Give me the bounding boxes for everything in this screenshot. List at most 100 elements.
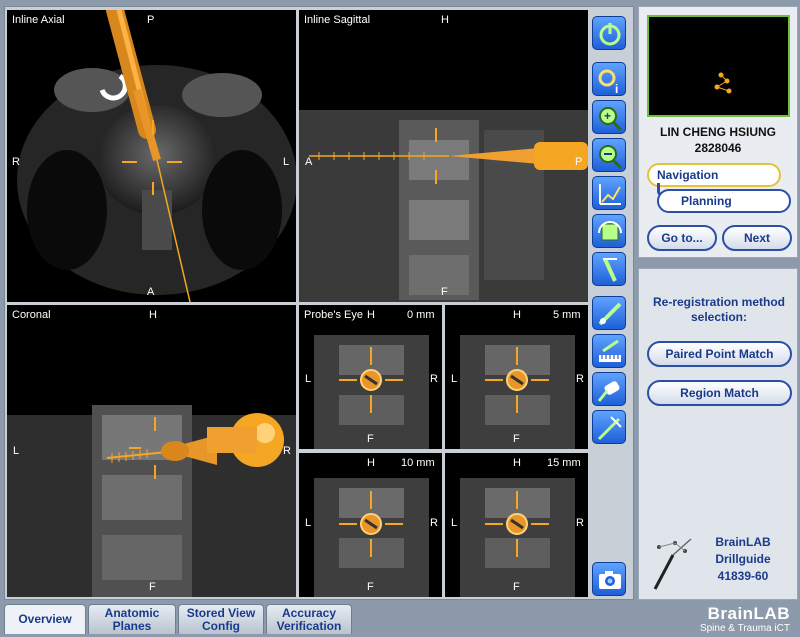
probes-eye-10-left: L [305,517,312,529]
rotate-view-button[interactable] [592,214,626,248]
measure-button[interactable] [592,334,626,368]
instrument-info: BrainLAB Drillguide 41839-60 [645,533,793,595]
paired-point-match-button[interactable]: Paired Point Match [647,341,792,367]
coronal-right-label: R [283,445,291,457]
probe-tool-icon [598,302,622,326]
settings-info-button[interactable]: i [592,62,626,96]
reregistration-panel: Re-registration method selection: Paired… [638,268,798,600]
probes-eye-15-depth: 15 mm [547,457,581,469]
probes-eye-15-top: H [513,457,521,469]
instrument-name: Drillguide [715,552,771,566]
tracking-camera-view [647,15,790,117]
probes-eye-0-top: H [367,309,375,321]
probes-eye-cell-10mm: H 10 mm L R F [299,453,442,597]
planning-step[interactable]: Planning [657,189,791,213]
probes-eye-5-bottom: F [513,433,520,445]
axial-bottom-label: A [147,286,155,298]
sagittal-top-label: H [441,14,449,26]
trajectory-button[interactable] [592,252,626,286]
patient-name: LIN CHENG HSIUNG [659,125,776,139]
trajectory-icon [603,258,617,282]
probes-eye-10-top: H [367,457,375,469]
pointer-tool-button[interactable] [592,410,626,444]
tab-accuracy-verification[interactable]: Accuracy Verification [266,604,352,634]
power-button[interactable] [592,16,626,50]
axial-image [17,10,296,302]
axial-title: Inline Axial [12,14,65,26]
product-name: Spine & Trauma iCT [699,623,790,634]
axial-right-label: L [283,156,290,168]
reregistration-title: Re-registration method selection: [653,295,786,324]
tab-overview[interactable]: Overview [4,604,86,634]
svg-text:+: + [604,109,611,123]
sagittal-image [299,110,588,302]
zoom-out-button[interactable] [592,138,626,172]
probes-eye-cell-0mm: Probe's Eye H 0 mm L R F [299,305,442,449]
probes-eye-image-15mm [460,478,575,597]
probes-eye-10-depth: 10 mm [401,457,435,469]
zoom-out-icon [599,145,623,170]
camera-icon [599,571,621,589]
probes-eye-5-right: R [576,373,584,385]
axial-left-label: R [12,156,20,168]
axial-view[interactable]: Inline Axial P R L A [7,10,296,302]
probes-eye-image-5mm [460,335,575,449]
window-level-button[interactable] [592,176,626,210]
goto-button[interactable]: Go to... [647,225,717,251]
sagittal-right-label: P [575,156,583,168]
instrument-id: 41839-60 [717,569,769,583]
probes-eye-view[interactable]: Probe's Eye H 0 mm L R F H 5 mm L R F H … [299,305,588,597]
coronal-view[interactable]: Coronal H L R F [7,305,296,597]
image-viewer: Inline Axial P R L A Inline Sagittal H A… [4,6,634,600]
tracked-markers-icon [714,72,732,94]
probes-eye-5-left: L [451,373,458,385]
coronal-image [7,405,296,597]
coronal-top-label: H [149,309,157,321]
instrument-brand: BrainLAB [715,535,771,549]
tab-stored-view-config[interactable]: Stored View Config [178,604,264,634]
probes-eye-0-depth: 0 mm [407,309,435,321]
probes-eye-0-left: L [305,373,312,385]
probes-eye-cell-15mm: H 15 mm L R F [445,453,588,597]
tab-anatomic-planes[interactable]: Anatomic Planes [88,604,176,634]
probes-eye-10-right: R [430,517,438,529]
probes-eye-cell-5mm: H 5 mm L R F [445,305,588,449]
svg-text:i: i [615,82,618,96]
rotate-view-icon [598,221,622,241]
probes-eye-image-10mm [314,478,429,597]
power-icon [599,23,621,46]
probes-eye-15-left: L [451,517,458,529]
instrument-button[interactable] [592,372,626,406]
next-button[interactable]: Next [722,225,792,251]
probes-eye-0-right: R [430,373,438,385]
probes-eye-image-0mm [314,335,429,449]
coronal-bottom-label: F [149,581,156,593]
sagittal-title: Inline Sagittal [304,14,371,26]
probes-eye-15-right: R [576,517,584,529]
logo-text: BrainLAB [707,604,790,623]
sagittal-bottom-label: F [441,286,448,298]
navigation-panel: LIN CHENG HSIUNG 2828046 Navigation Plan… [638,6,798,258]
sagittal-view[interactable]: Inline Sagittal H A P F [299,10,588,302]
instrument-icon [597,381,620,402]
coronal-left-label: L [13,445,20,457]
settings-info-icon: i [598,69,618,96]
probes-eye-title: Probe's Eye [304,309,363,321]
probes-eye-10-bottom: F [367,581,374,593]
zoom-in-icon: + [599,107,623,132]
axial-top-label: P [147,14,155,26]
probes-eye-5-depth: 5 mm [553,309,581,321]
patient-id: 2828046 [694,141,742,155]
pointer-tool-icon [597,416,622,441]
window-level-icon [599,184,621,205]
brainlab-logo: BrainLAB Spine & Trauma iCT [660,604,796,636]
screenshot-button[interactable] [592,562,626,596]
coronal-title: Coronal [12,309,51,321]
region-match-button[interactable]: Region Match [647,380,792,406]
probes-eye-0-bottom: F [367,433,374,445]
measure-icon [599,339,621,362]
probes-eye-5-top: H [513,309,521,321]
zoom-in-button[interactable]: + [592,100,626,134]
probe-tool-button[interactable] [592,296,626,330]
sagittal-left-label: A [305,156,313,168]
